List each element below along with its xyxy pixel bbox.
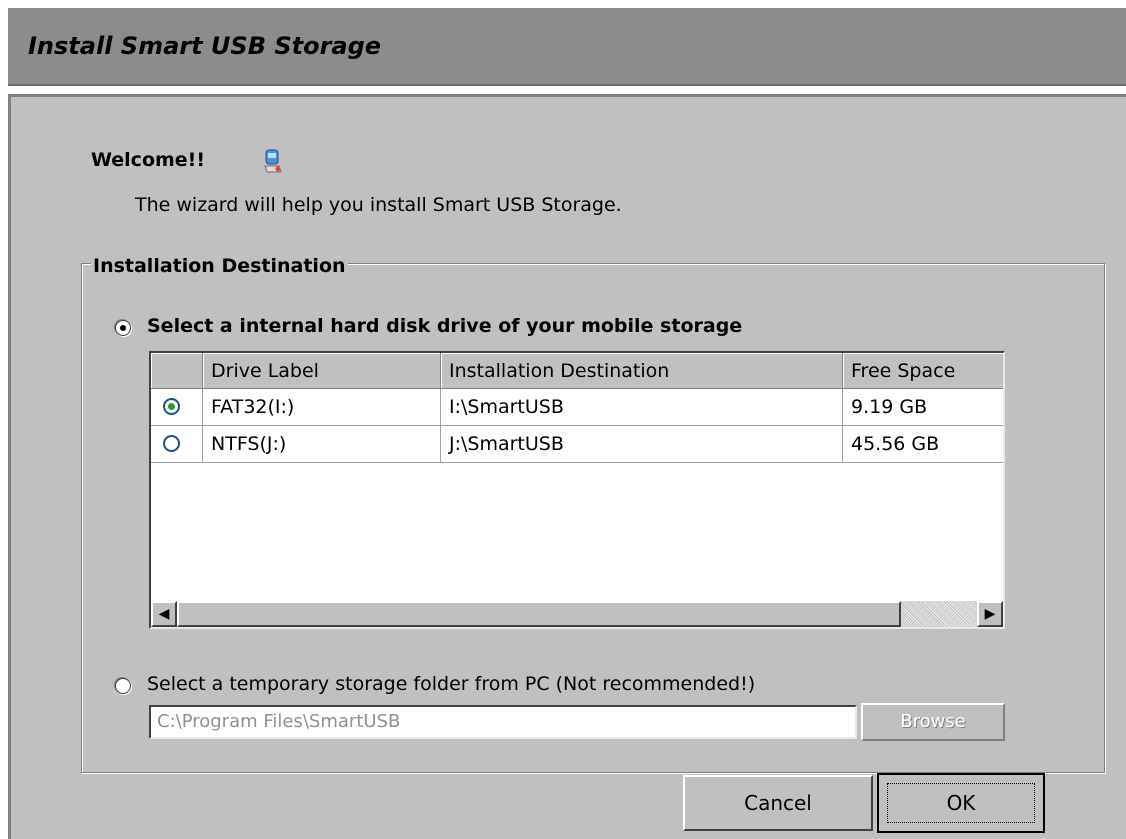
drive-label-cell: NTFS(J:) [203,426,441,463]
header-drive-label[interactable]: Drive Label [203,353,441,389]
cancel-button[interactable]: Cancel [683,775,873,831]
drive-label-cell: FAT32(I:) [203,389,441,426]
drive-select-radio[interactable] [163,435,180,452]
welcome-message: The wizard will help you install Smart U… [135,194,622,216]
destination-cell: I:\SmartUSB [441,389,843,426]
scroll-thumb[interactable] [177,601,901,627]
scroll-track[interactable] [901,601,977,627]
pc-folder-path-input[interactable]: C:\Program Files\SmartUSB [149,705,857,739]
row-select-cell[interactable] [151,426,203,463]
internal-drive-option-label[interactable]: Select a internal hard disk drive of you… [147,315,742,337]
arrow-left-icon: ◀ [158,606,170,622]
destination-cell: J:\SmartUSB [441,426,843,463]
drive-select-radio[interactable] [163,398,180,415]
header-free-space[interactable]: Free Space [843,353,1003,389]
table-row[interactable]: NTFS(J:) J:\SmartUSB 45.56 GB [151,426,1003,463]
ok-button-label: OK [887,783,1035,823]
scroll-left-button[interactable]: ◀ [151,601,177,627]
scroll-right-button[interactable]: ▶ [977,601,1003,627]
pc-folder-radio[interactable] [115,678,131,694]
title-bar: Install Smart USB Storage [8,8,1126,86]
pc-folder-option-label[interactable]: Select a temporary storage folder from P… [147,673,755,695]
ok-button[interactable]: OK [877,773,1045,833]
internal-drive-radio[interactable] [115,320,131,336]
welcome-heading: Welcome!! [91,149,206,171]
arrow-right-icon: ▶ [984,606,996,622]
row-select-cell[interactable] [151,389,203,426]
wizard-window: Welcome!! The wizard will help you insta… [8,94,1126,839]
drive-table: Drive Label Installation Destination Fre… [149,351,1005,629]
header-select [151,353,203,389]
browse-button[interactable]: Browse [861,703,1005,741]
group-legend: Installation Destination [91,255,348,277]
horizontal-scrollbar[interactable]: ◀ ▶ [151,601,1003,627]
table-header: Drive Label Installation Destination Fre… [151,353,1003,389]
header-installation-destination[interactable]: Installation Destination [441,353,843,389]
table-row[interactable]: FAT32(I:) I:\SmartUSB 9.19 GB [151,389,1003,426]
installer-icon [264,149,282,173]
free-space-cell: 9.19 GB [843,389,1003,426]
window-title: Install Smart USB Storage [28,32,382,60]
free-space-cell: 45.56 GB [843,426,1003,463]
